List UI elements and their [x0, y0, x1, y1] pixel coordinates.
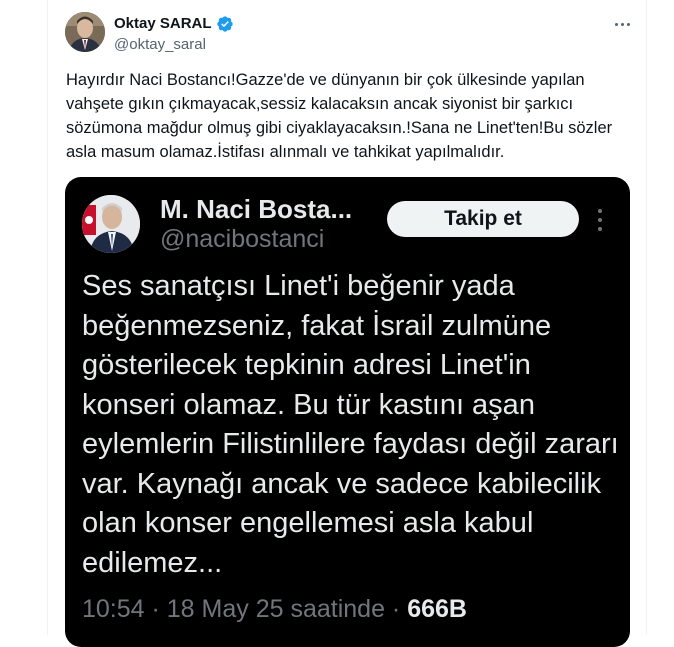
author-avatar[interactable] — [65, 12, 105, 52]
post-text: Hayırdır Naci Bostancı!Gazze'de ve dünya… — [66, 71, 613, 161]
author-handle[interactable]: @oktay_saral — [114, 35, 206, 55]
embedded-author-name: M. Naci Bosta... — [160, 194, 353, 224]
embedded-author-handle: @nacibostanci — [160, 225, 325, 253]
embedded-post-text: Ses sanatçısı Linet'i beğenir yada beğen… — [82, 270, 619, 579]
embedded-post-time: 10:54 · 18 May 25 saatinde · — [82, 595, 408, 623]
follow-button: Takip et — [387, 201, 579, 237]
embedded-post-views: 666B — [407, 595, 467, 623]
more-horizontal-icon[interactable] — [610, 14, 634, 34]
more-vertical-icon — [597, 209, 603, 231]
verified-badge-icon — [216, 16, 233, 32]
author-name[interactable]: Oktay SARAL — [114, 14, 212, 34]
author-name-row: Oktay SARAL — [114, 14, 234, 34]
embedded-post-meta: 10:54 · 18 May 25 saatinde · 666B — [82, 593, 467, 625]
embedded-author-avatar — [82, 195, 140, 253]
embedded-screenshot[interactable]: M. Naci Bosta... @nacibostanci Takip et … — [65, 177, 630, 647]
